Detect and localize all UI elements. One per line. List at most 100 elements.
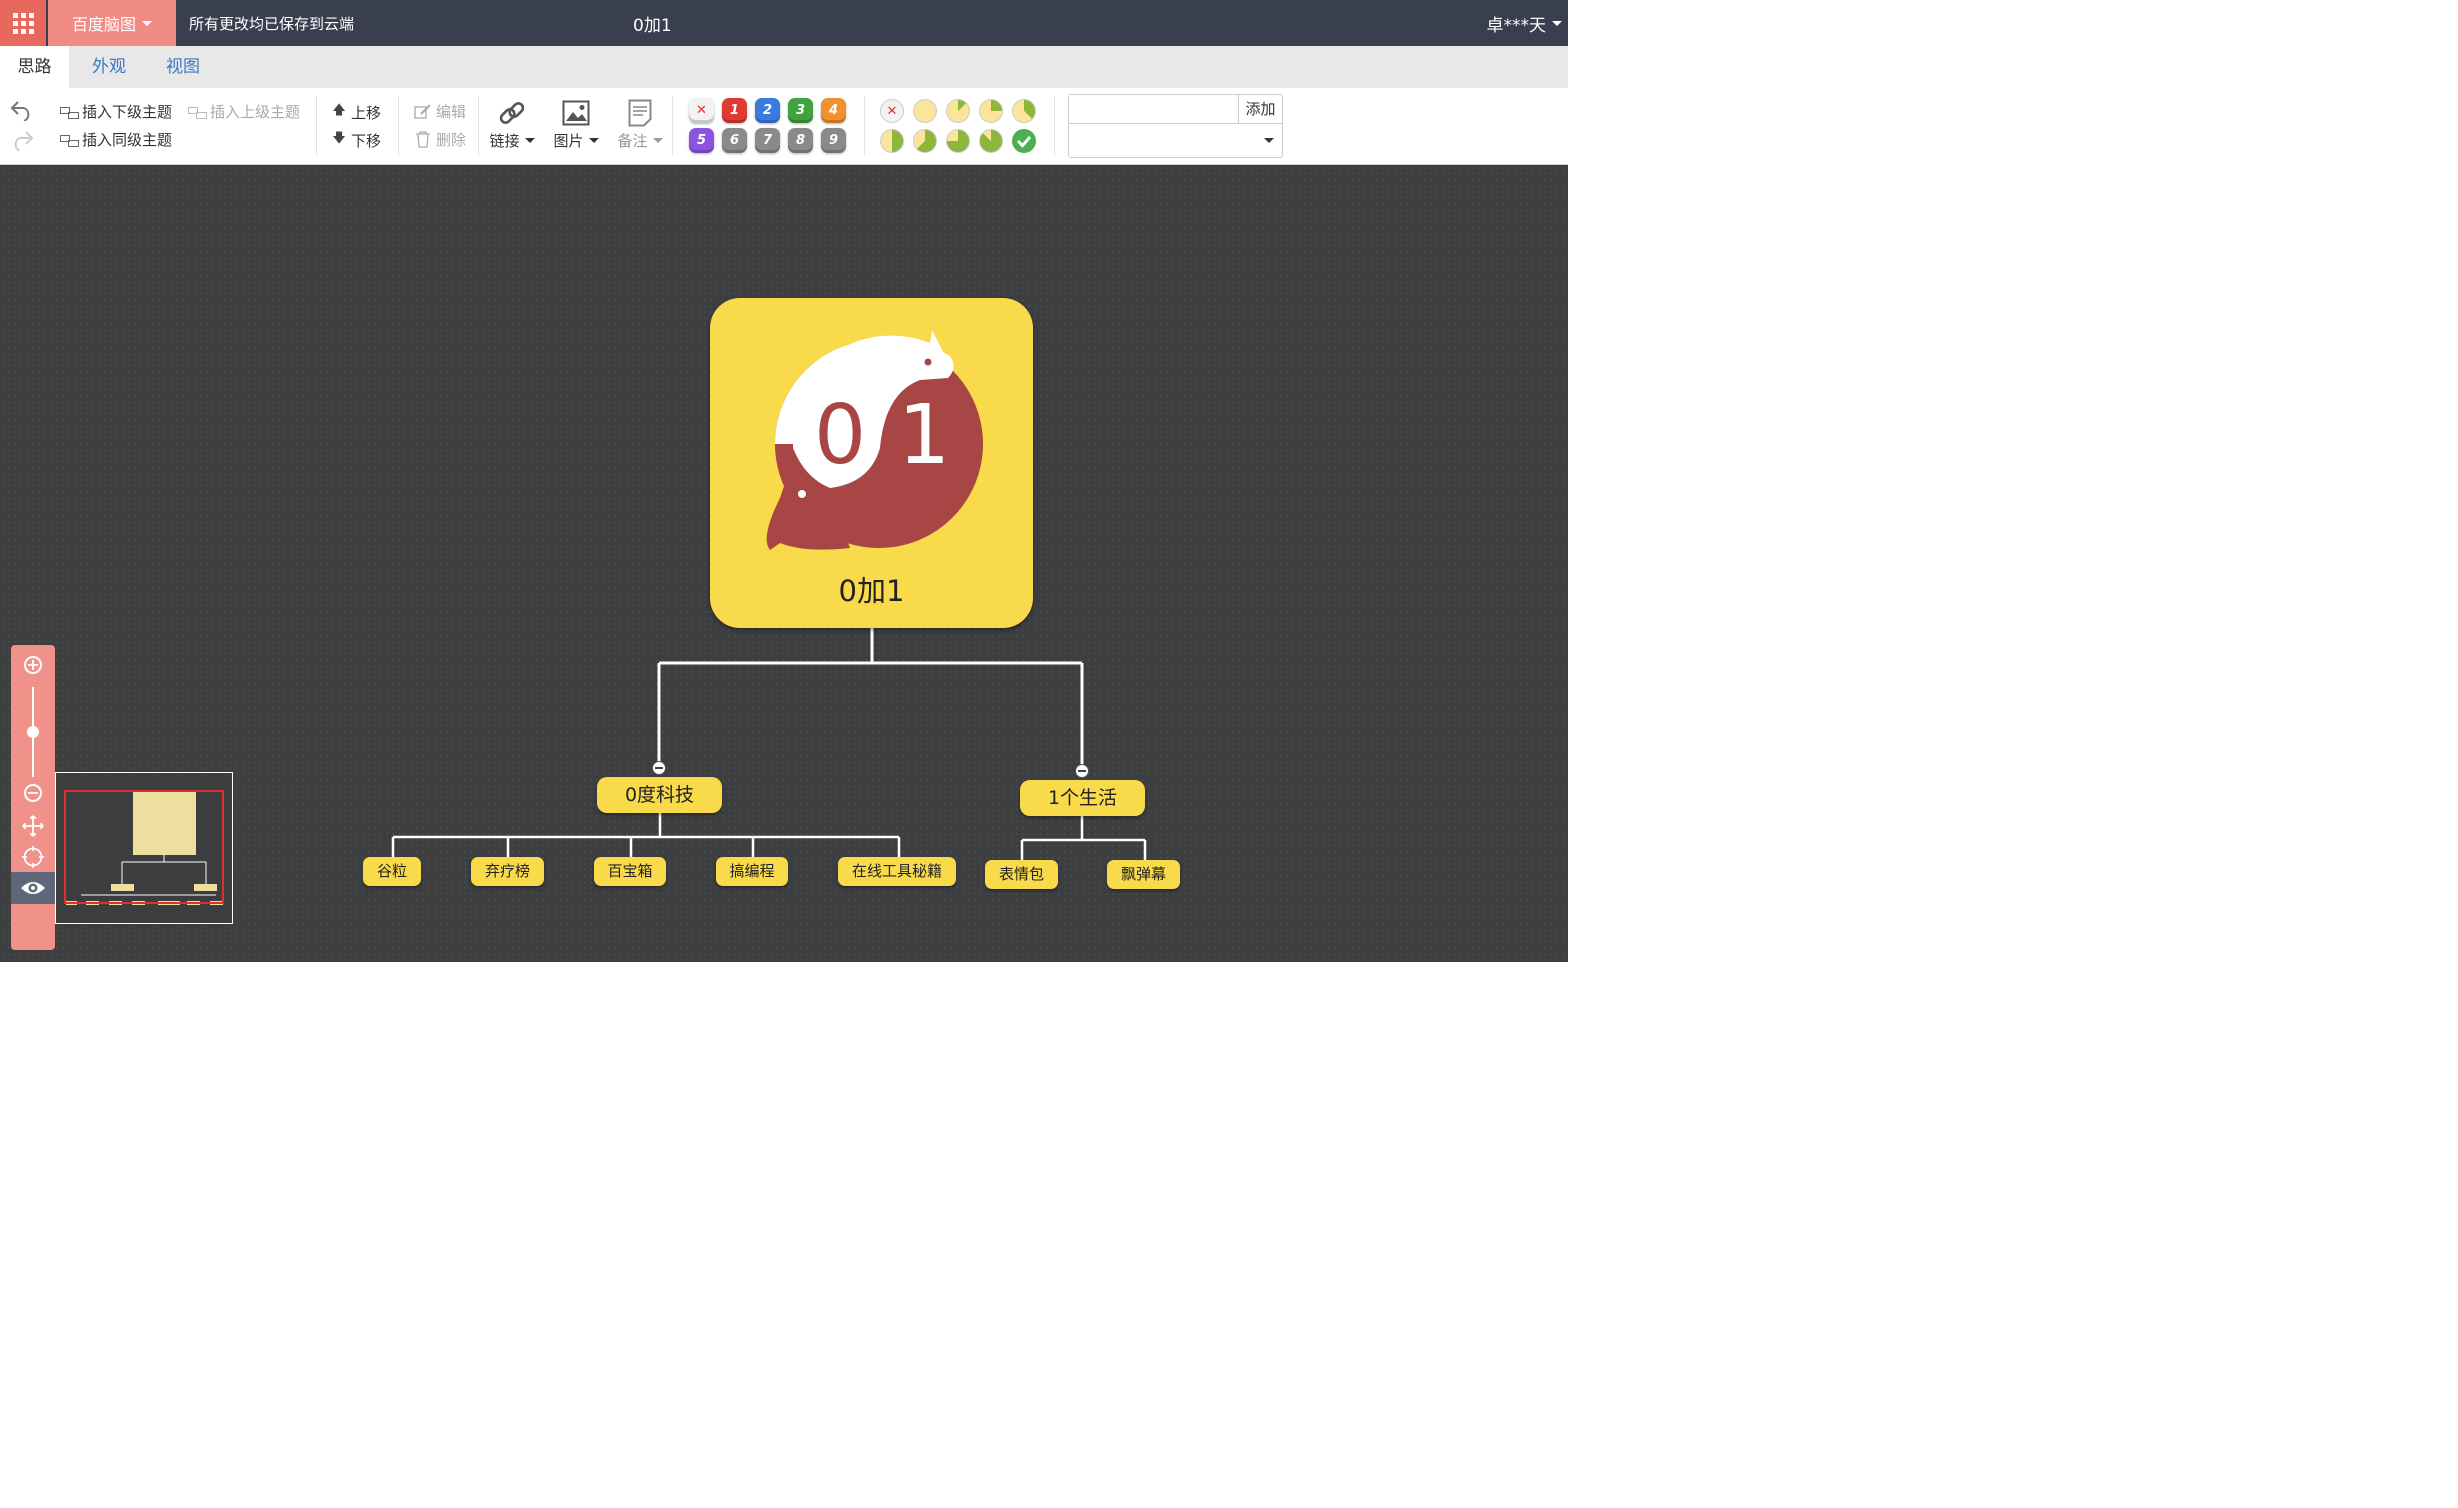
insert-sibling-icon	[60, 134, 79, 147]
zoom-out-icon[interactable]: −	[22, 782, 44, 804]
progress-4-icon[interactable]	[880, 129, 904, 153]
toolbar-divider	[864, 96, 865, 156]
progress-5-icon[interactable]	[913, 129, 937, 153]
priority-remove-icon[interactable]: ✕	[689, 98, 714, 123]
insert-child-icon	[60, 106, 79, 119]
progress-6-icon[interactable]	[946, 129, 970, 153]
minimap[interactable]	[55, 772, 233, 924]
toolbar-divider	[398, 96, 399, 156]
locate-icon[interactable]	[22, 846, 44, 868]
note-label: 备注	[617, 132, 648, 150]
progress-7-icon[interactable]	[979, 129, 1003, 153]
edit-button[interactable]: 编辑	[414, 101, 466, 122]
root-node-label: 0加1	[838, 574, 905, 608]
chevron-down-icon	[588, 138, 599, 143]
link-label: 链接	[489, 132, 520, 150]
note-icon	[612, 96, 668, 130]
top-bar: 百度脑图 所有更改均已保存到云端 0加1 卓***天	[0, 0, 1568, 46]
zoom-panel: + −	[11, 645, 55, 950]
progress-3-icon[interactable]	[1012, 99, 1036, 123]
insert-child-button[interactable]: 插入下级主题	[60, 101, 172, 122]
move-icon[interactable]	[22, 815, 44, 837]
root-node[interactable]: 0 1 0加1	[710, 298, 1033, 628]
toolbar-divider	[1054, 96, 1055, 156]
eye-icon[interactable]	[11, 872, 55, 904]
apps-grid-icon[interactable]	[0, 0, 46, 46]
image-button[interactable]: 图片	[548, 96, 604, 151]
insert-parent-icon	[188, 106, 207, 119]
zoom-slider-handle[interactable]	[27, 726, 39, 738]
image-label: 图片	[553, 132, 584, 150]
svg-text:1: 1	[898, 388, 950, 483]
zoom-in-icon[interactable]: +	[22, 654, 44, 676]
leaf-node[interactable]: 在线工具秘籍	[838, 857, 956, 886]
priority-7-icon[interactable]: 7	[755, 128, 780, 153]
branch-node[interactable]: 0度科技	[597, 777, 722, 813]
tag-input[interactable]	[1069, 95, 1239, 124]
collapse-toggle[interactable]	[1075, 764, 1089, 778]
brand-menu-button[interactable]: 百度脑图	[48, 0, 176, 46]
edit-icon	[414, 103, 431, 119]
edit-label: 编辑	[436, 103, 467, 121]
tab-bar: 思路 外观 视图	[0, 46, 1568, 88]
priority-6-icon[interactable]: 6	[722, 128, 747, 153]
delete-button[interactable]: 删除	[414, 129, 466, 150]
priority-3-icon[interactable]: 3	[788, 98, 813, 123]
priority-5-icon[interactable]: 5	[689, 128, 714, 153]
tag-select[interactable]	[1069, 125, 1282, 157]
chevron-down-icon	[652, 138, 663, 143]
toolbar-divider	[478, 96, 479, 156]
redo-icon[interactable]	[9, 129, 35, 155]
priority-1-icon[interactable]: 1	[722, 98, 747, 123]
progress-remove-icon[interactable]: ✕	[880, 99, 904, 123]
minimap-viewport[interactable]	[64, 790, 224, 904]
tag-add-button[interactable]: 添加	[1239, 95, 1282, 124]
leaf-node[interactable]: 表情包	[985, 860, 1058, 889]
priority-2-icon[interactable]: 2	[755, 98, 780, 123]
chevron-down-icon	[524, 138, 535, 143]
user-menu[interactable]: 卓***天	[1487, 11, 1562, 36]
progress-0-icon[interactable]	[913, 99, 937, 123]
tab-appearance[interactable]: 外观	[74, 46, 144, 88]
trash-icon	[416, 131, 430, 148]
mindmap-canvas[interactable]: 0 1 0加1 0度科技 1个生活 谷粒 弃疗榜 百宝箱 搞编程 在线工具秘籍 …	[0, 165, 1568, 962]
save-status: 所有更改均已保存到云端	[189, 15, 355, 33]
progress-8-icon[interactable]	[1012, 129, 1036, 153]
document-title[interactable]: 0加1	[633, 11, 672, 36]
arrow-down-icon: 🡇	[332, 131, 346, 146]
collapse-toggle[interactable]	[652, 761, 666, 775]
progress-1-icon[interactable]	[946, 99, 970, 123]
move-down-label: 下移	[351, 131, 382, 150]
tab-view[interactable]: 视图	[148, 46, 218, 88]
leaf-node[interactable]: 弃疗榜	[471, 857, 544, 886]
link-button[interactable]: 链接	[484, 96, 540, 151]
move-up-button[interactable]: 🡅 上移	[331, 101, 381, 123]
svg-text:0: 0	[814, 388, 866, 483]
leaf-node[interactable]: 搞编程	[716, 857, 788, 886]
move-down-button[interactable]: 🡇 下移	[331, 129, 381, 151]
image-icon	[548, 96, 604, 130]
arrow-up-icon: 🡅	[332, 103, 346, 118]
undo-icon[interactable]	[9, 99, 35, 125]
resource-tag-box: 添加	[1068, 94, 1283, 158]
toolbar: 插入下级主题 插入上级主题 插入同级主题 🡅 上移 🡇 下移 编辑 删除 链接 …	[0, 88, 1568, 165]
brand-label: 百度脑图	[71, 15, 136, 34]
branch-node[interactable]: 1个生活	[1020, 780, 1145, 816]
chevron-down-icon	[142, 20, 152, 26]
move-up-label: 上移	[351, 103, 382, 122]
priority-4-icon[interactable]: 4	[821, 98, 846, 123]
toolbar-divider	[672, 96, 673, 156]
progress-2-icon[interactable]	[979, 99, 1003, 123]
priority-9-icon[interactable]: 9	[821, 128, 846, 153]
logo-image: 0 1	[766, 330, 983, 550]
note-button[interactable]: 备注	[612, 96, 668, 151]
priority-8-icon[interactable]: 8	[788, 128, 813, 153]
insert-parent-button[interactable]: 插入上级主题	[188, 101, 300, 122]
insert-parent-label: 插入上级主题	[210, 103, 301, 121]
leaf-node[interactable]: 谷粒	[363, 857, 421, 886]
leaf-node[interactable]: 飘弹幕	[1107, 860, 1180, 889]
tab-idea[interactable]: 思路	[0, 46, 69, 88]
leaf-node[interactable]: 百宝箱	[594, 857, 666, 886]
chevron-down-icon	[1552, 21, 1562, 26]
insert-sibling-button[interactable]: 插入同级主题	[60, 129, 172, 150]
